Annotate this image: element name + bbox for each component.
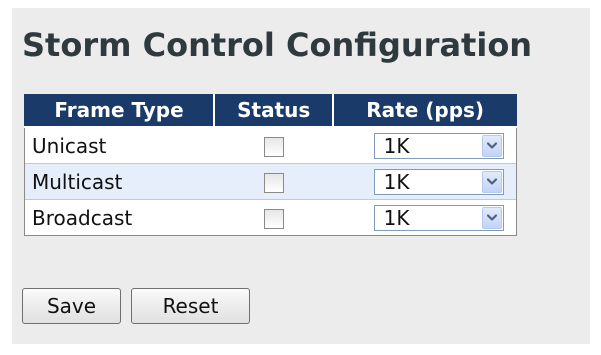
- chevron-down-icon: [486, 214, 497, 221]
- frame-type-label: Multicast: [24, 163, 215, 200]
- storm-control-table: Frame Type Status Rate (pps) Unicast 1K: [24, 94, 518, 236]
- save-button[interactable]: Save: [22, 288, 121, 324]
- status-checkbox-multicast[interactable]: [263, 173, 284, 193]
- rate-cell: 1K: [333, 163, 518, 200]
- chevron-down-icon: [486, 178, 497, 185]
- chevron-down-icon: [486, 142, 497, 149]
- reset-button[interactable]: Reset: [131, 288, 250, 324]
- status-checkbox-unicast[interactable]: [263, 137, 284, 157]
- table-row-multicast: Multicast 1K: [24, 163, 518, 200]
- rate-cell: 1K: [333, 199, 518, 236]
- table-header-row: Frame Type Status Rate (pps): [24, 94, 518, 128]
- rate-select-broadcast[interactable]: 1K: [373, 204, 504, 231]
- dropdown-button[interactable]: [481, 170, 502, 193]
- table-row-broadcast: Broadcast 1K: [24, 199, 518, 236]
- rate-select-multicast[interactable]: 1K: [373, 168, 504, 195]
- config-panel: Storm Control Configuration Frame Type S…: [12, 8, 590, 344]
- rate-cell: 1K: [333, 126, 518, 164]
- rate-value: 1K: [383, 205, 410, 230]
- frame-type-label: Unicast: [24, 126, 215, 164]
- status-cell: [214, 126, 334, 164]
- table-row-unicast: Unicast 1K: [24, 126, 518, 164]
- column-header-frame-type: Frame Type: [24, 94, 216, 128]
- page-title: Storm Control Configuration: [22, 26, 533, 64]
- rate-value: 1K: [383, 169, 410, 194]
- rate-value: 1K: [383, 133, 410, 158]
- frame-type-label: Broadcast: [24, 199, 215, 236]
- status-cell: [214, 199, 334, 236]
- dropdown-button[interactable]: [481, 206, 502, 229]
- column-header-rate: Rate (pps): [332, 94, 518, 128]
- dropdown-button[interactable]: [481, 134, 502, 157]
- status-cell: [214, 163, 334, 200]
- column-header-status: Status: [213, 94, 335, 128]
- status-checkbox-broadcast[interactable]: [263, 209, 284, 229]
- rate-select-unicast[interactable]: 1K: [373, 132, 504, 159]
